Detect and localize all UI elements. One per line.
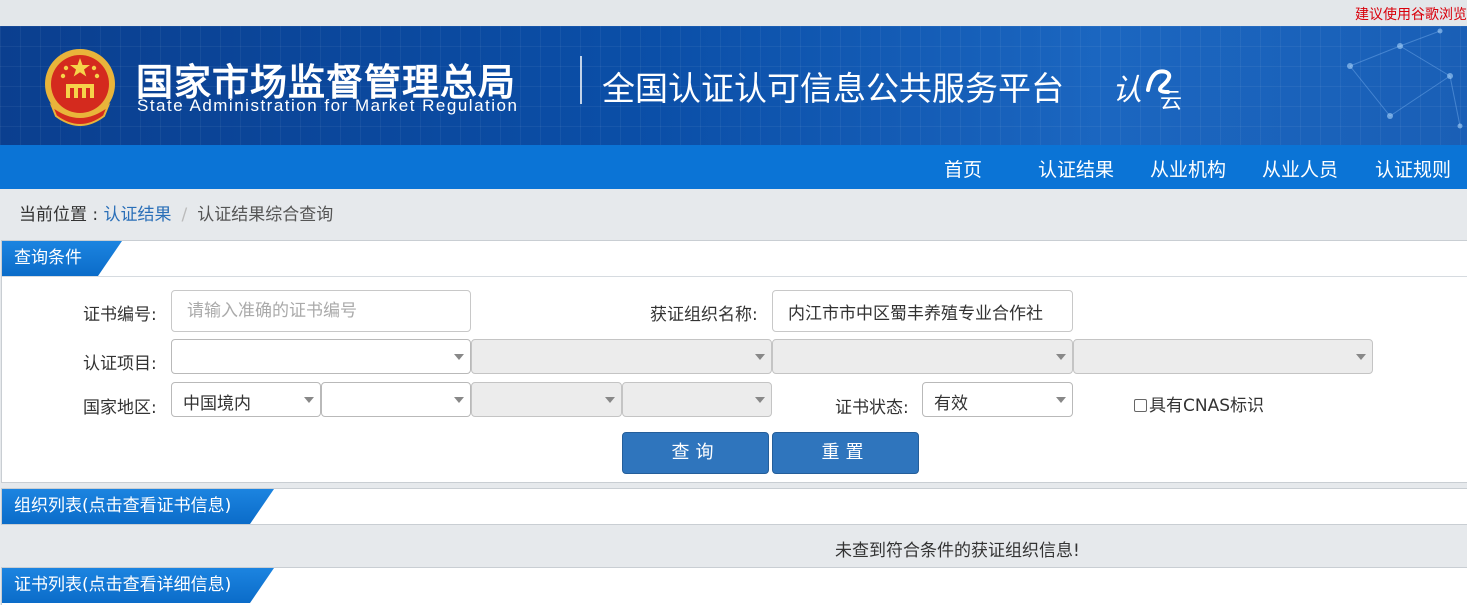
query-panel-header: 查询条件 [2, 241, 1467, 277]
nav-cert-rules[interactable]: 认证规则 [1375, 155, 1451, 182]
platform-title: 全国认证认可信息公共服务平台 [602, 69, 1064, 108]
cert-list-header: 证书列表(点击查看详细信息) [2, 568, 1467, 604]
region-label: 国家地区: [83, 398, 157, 418]
dropdown-arrow-icon [304, 397, 314, 403]
nav-home[interactable]: 首页 [944, 155, 982, 182]
nav-cert-results[interactable]: 认证结果 [1038, 155, 1114, 182]
cert-no-label: 证书编号: [83, 305, 157, 325]
breadcrumb-current: 认证结果综合查询 [197, 205, 334, 225]
breadcrumb-prefix: 当前位置 : [19, 205, 104, 225]
nav-personnel[interactable]: 从业人员 [1262, 155, 1338, 182]
cert-item-label: 认证项目: [83, 354, 157, 374]
cert-no-input[interactable] [171, 290, 471, 332]
main-navbar: 首页 认证结果 从业机构 从业人员 认证规则 [0, 145, 1467, 189]
cert-item-select-2[interactable] [471, 339, 772, 374]
dropdown-arrow-icon [1356, 354, 1366, 360]
select-value: 有效 [934, 394, 968, 414]
reset-button[interactable]: 重置 [772, 432, 919, 474]
cert-list-title: 证书列表(点击查看详细信息) [2, 568, 274, 603]
select-value: 中国境内 [183, 394, 251, 414]
browser-notice-text: 建议使用谷歌浏览 [1355, 7, 1467, 23]
dropdown-arrow-icon [454, 354, 464, 360]
cert-list-panel: 证书列表(点击查看详细信息) [1, 567, 1467, 605]
banner-divider [580, 56, 582, 104]
cert-item-select-1[interactable] [171, 339, 471, 374]
org-list-panel: 组织列表(点击查看证书信息) [1, 488, 1467, 525]
dropdown-arrow-icon [605, 397, 615, 403]
region-select-country[interactable]: 中国境内 [171, 382, 321, 417]
site-banner: 国家市场监督管理总局 State Administration for Mark… [0, 26, 1467, 145]
org-name-input[interactable] [772, 290, 1073, 332]
dropdown-arrow-icon [1056, 397, 1066, 403]
agency-name-en: State Administration for Market Regulati… [137, 96, 519, 115]
svg-text:云: 云 [1160, 89, 1182, 110]
cnas-checkbox[interactable] [1134, 399, 1147, 412]
breadcrumb-separator: / [181, 205, 188, 225]
breadcrumb: 当前位置 : 认证结果 / 认证结果综合查询 [19, 200, 333, 225]
region-select-city[interactable] [471, 382, 622, 417]
status-select[interactable]: 有效 [922, 382, 1073, 417]
cnas-label-text: 具有CNAS标识 [1149, 396, 1265, 416]
org-list-header: 组织列表(点击查看证书信息) [2, 489, 1467, 525]
svg-text:认: 认 [1112, 73, 1142, 108]
org-name-label: 获证组织名称: [650, 305, 758, 325]
cert-item-select-4[interactable] [1073, 339, 1373, 374]
dropdown-arrow-icon [1056, 354, 1066, 360]
query-panel-title: 查询条件 [2, 241, 122, 276]
cnas-checkbox-label[interactable]: 具有CNAS标识 [1134, 391, 1264, 416]
region-select-district[interactable] [622, 382, 772, 417]
renyun-logo-icon: 认云 认 云 [1112, 69, 1182, 110]
status-label: 证书状态: [835, 398, 909, 418]
org-list-title: 组织列表(点击查看证书信息) [2, 489, 274, 524]
nav-institutions[interactable]: 从业机构 [1150, 155, 1226, 182]
region-select-province[interactable] [321, 382, 471, 417]
dropdown-arrow-icon [755, 354, 765, 360]
breadcrumb-link-cert-results[interactable]: 认证结果 [104, 205, 172, 225]
national-emblem-icon [45, 49, 115, 126]
cert-item-select-3[interactable] [772, 339, 1073, 374]
browser-notice-bar: 建议使用谷歌浏览 [0, 0, 1467, 26]
org-list-empty-message: 未查到符合条件的获证组织信息! [835, 541, 1080, 561]
network-decoration-icon [1347, 28, 1463, 129]
search-button[interactable]: 查询 [622, 432, 769, 474]
dropdown-arrow-icon [454, 397, 464, 403]
dropdown-arrow-icon [755, 397, 765, 403]
